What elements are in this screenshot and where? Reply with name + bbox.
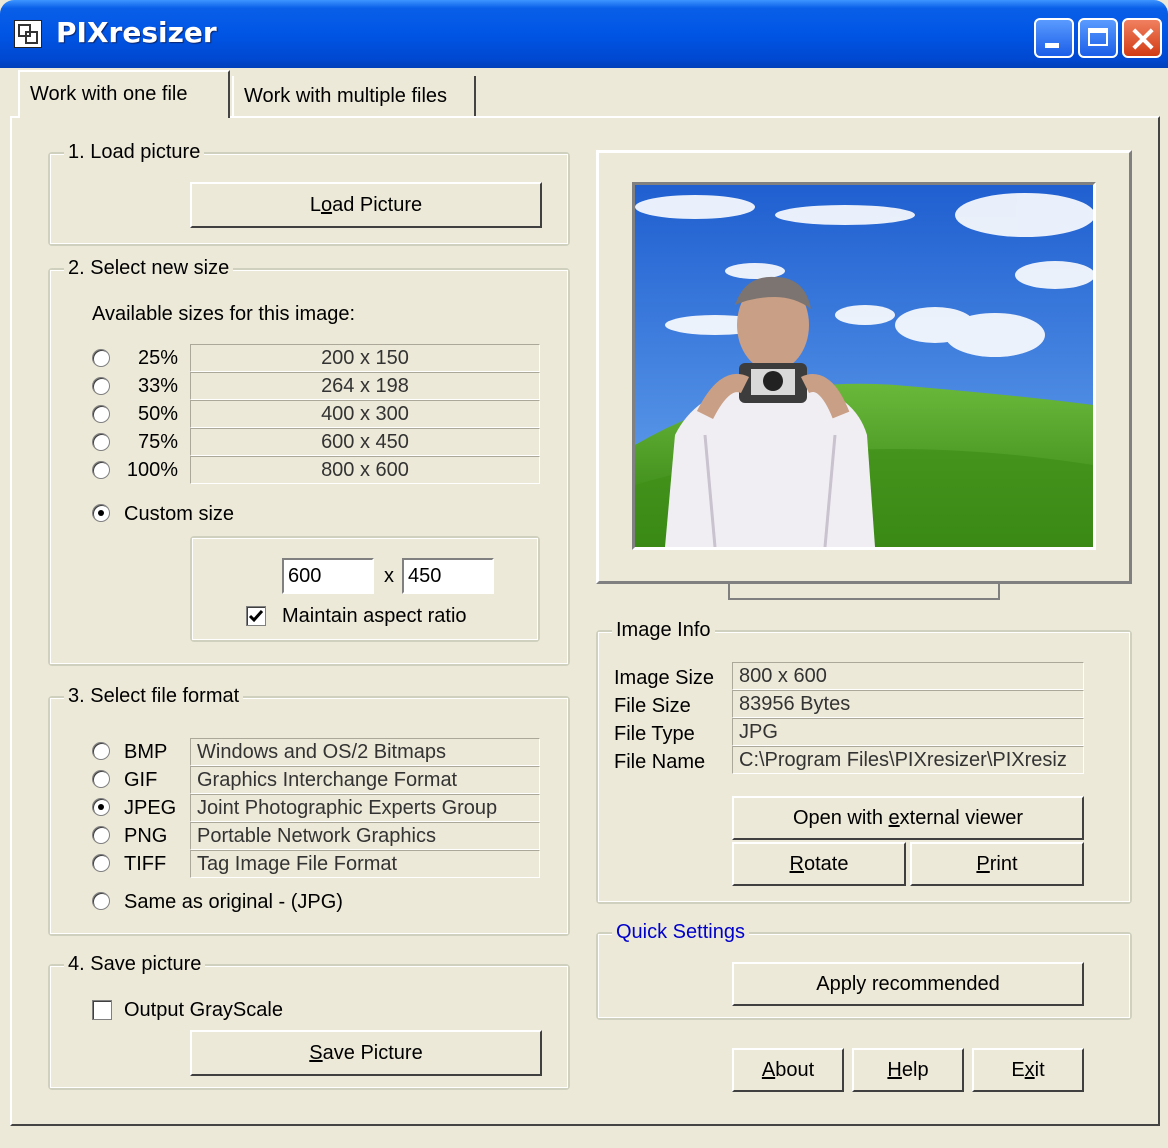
about-button[interactable]: About — [732, 1048, 844, 1092]
format-option-code: GIF — [124, 769, 158, 791]
open-external-viewer-button[interactable]: Open with external viewer — [732, 796, 1084, 840]
format-option-code: BMP — [124, 741, 168, 763]
custom-size-label: Custom size — [124, 503, 235, 525]
size-option-dimensions: 800 x 600 — [190, 456, 540, 484]
tab-work-with-multiple-files[interactable]: Work with multiple files — [232, 76, 476, 116]
format-option-description: Windows and OS/2 Bitmaps — [190, 738, 540, 766]
size-option-dimensions: 600 x 450 — [190, 428, 540, 456]
format-option-code: PNG — [124, 825, 168, 847]
image-info-legend: Image Info — [612, 616, 715, 644]
size-option-dimensions: 400 x 300 — [190, 400, 540, 428]
custom-size-separator: x — [384, 565, 394, 587]
quick-settings-legend: Quick Settings — [612, 918, 749, 946]
apply-recommended-button[interactable]: Apply recommended — [732, 962, 1084, 1006]
image-info-value: JPG — [732, 718, 1084, 746]
save-picture-legend: 4. Save picture — [64, 950, 206, 978]
window-title: PIXresizer — [56, 16, 217, 49]
app-icon — [14, 20, 42, 48]
size-option-percent: 50% — [137, 403, 178, 425]
maintain-aspect-label: Maintain aspect ratio — [282, 605, 467, 627]
image-info-label: File Name — [614, 751, 706, 773]
format-option-description: Portable Network Graphics — [190, 822, 540, 850]
size-option-dimensions: 200 x 150 — [190, 344, 540, 372]
size-option-radio[interactable] — [92, 405, 110, 423]
size-option-radio[interactable] — [92, 349, 110, 367]
maximize-button[interactable] — [1078, 18, 1118, 58]
format-option-code: JPEG — [124, 797, 177, 819]
image-info-label: Image Size — [614, 667, 715, 689]
image-info-label: File Type — [614, 723, 695, 745]
same-as-original-radio[interactable] — [92, 892, 110, 910]
size-option-percent: 25% — [137, 347, 178, 369]
rotate-button[interactable]: Rotate — [732, 842, 906, 886]
same-as-original-label: Same as original - (JPG) — [124, 891, 343, 913]
format-option-description: Joint Photographic Experts Group — [190, 794, 540, 822]
select-size-legend: 2. Select new size — [64, 254, 234, 282]
size-option-percent: 33% — [137, 375, 178, 397]
custom-width-input[interactable]: 600 — [282, 558, 374, 594]
app-window: PIXresizer Work with one file Work with … — [0, 0, 1168, 1148]
format-option-radio[interactable] — [92, 742, 110, 760]
size-option-radio[interactable] — [92, 433, 110, 451]
custom-size-radio[interactable] — [92, 504, 110, 522]
help-button[interactable]: Help — [852, 1048, 964, 1092]
available-sizes-heading: Available sizes for this image: — [92, 303, 356, 325]
title-bar[interactable]: PIXresizer — [0, 0, 1168, 68]
format-option-description: Tag Image File Format — [190, 850, 540, 878]
custom-height-input[interactable]: 450 — [402, 558, 494, 594]
format-option-radio[interactable] — [92, 770, 110, 788]
preview-image — [632, 182, 1096, 550]
file-format-legend: 3. Select file format — [64, 682, 244, 710]
image-info-value: 83956 Bytes — [732, 690, 1084, 718]
format-option-description: Graphics Interchange Format — [190, 766, 540, 794]
image-info-label: File Size — [614, 695, 691, 717]
minimize-button[interactable] — [1034, 18, 1074, 58]
size-option-percent: 75% — [137, 431, 178, 453]
grayscale-label: Output GrayScale — [124, 999, 283, 1021]
size-option-radio[interactable] — [92, 461, 110, 479]
format-option-radio[interactable] — [92, 854, 110, 872]
maintain-aspect-checkbox[interactable] — [246, 606, 266, 626]
load-picture-legend: 1. Load picture — [64, 138, 205, 166]
print-button[interactable]: Print — [910, 842, 1084, 886]
format-option-radio[interactable] — [92, 826, 110, 844]
preview-photo-icon — [635, 185, 1093, 547]
image-info-value: 800 x 600 — [732, 662, 1084, 690]
size-option-dimensions: 264 x 198 — [190, 372, 540, 400]
load-picture-button[interactable]: Load Picture — [190, 182, 542, 228]
preview-stand — [728, 584, 1000, 600]
size-option-radio[interactable] — [92, 377, 110, 395]
tab-work-with-one-file[interactable]: Work with one file — [18, 70, 230, 118]
close-button[interactable] — [1122, 18, 1162, 58]
image-info-value: C:\Program Files\PIXresizer\PIXresiz — [732, 746, 1084, 774]
format-option-radio[interactable] — [92, 798, 110, 816]
size-option-percent: 100% — [126, 459, 178, 481]
exit-button[interactable]: Exit — [972, 1048, 1084, 1092]
checkmark-icon — [248, 610, 264, 623]
save-picture-button[interactable]: Save Picture — [190, 1030, 542, 1076]
grayscale-checkbox[interactable] — [92, 1000, 112, 1020]
format-option-code: TIFF — [124, 853, 167, 875]
